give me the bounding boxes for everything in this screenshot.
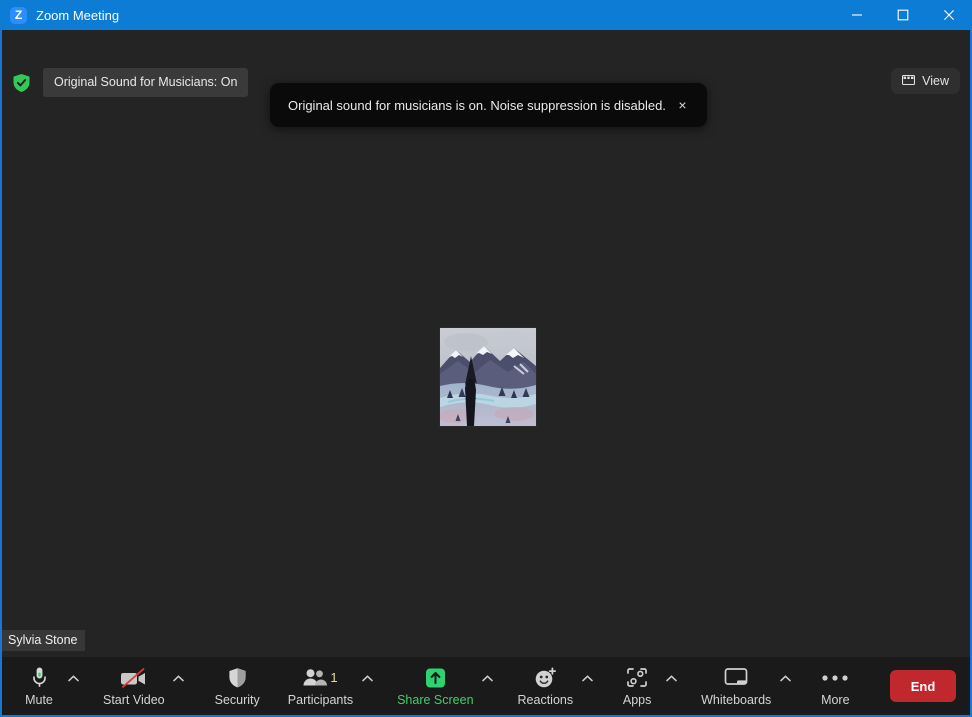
security-label: Security	[214, 693, 260, 707]
start-video-label: Start Video	[103, 693, 165, 707]
more-button[interactable]: More	[812, 660, 858, 712]
video-off-icon	[119, 665, 148, 690]
participant-name-label: Sylvia Stone	[2, 630, 86, 651]
shield-check-icon	[12, 73, 31, 93]
whiteboards-label: Whiteboards	[701, 693, 772, 707]
layout-grid-icon	[902, 74, 916, 89]
toast-message: Original sound for musicians is on. Nois…	[288, 97, 666, 113]
window-title: Zoom Meeting	[36, 7, 120, 23]
more-label: More	[821, 693, 850, 707]
notification-toast: Original sound for musicians is on. Nois…	[270, 83, 707, 127]
maximize-button[interactable]	[880, 0, 926, 30]
end-meeting-button[interactable]: End	[890, 670, 956, 702]
apps-label: Apps	[622, 693, 652, 707]
whiteboards-options-caret[interactable]	[774, 663, 796, 709]
mute-button[interactable]: Mute	[16, 660, 62, 712]
view-button[interactable]: View	[891, 68, 960, 94]
apps-options-caret[interactable]	[660, 663, 682, 709]
ellipsis-icon	[821, 665, 849, 690]
smiley-plus-icon	[534, 665, 557, 690]
apps-button[interactable]: Apps	[614, 660, 660, 712]
share-arrow-icon	[421, 665, 450, 690]
avatar	[439, 327, 537, 427]
window-controls	[834, 0, 972, 30]
apps-bracket-icon	[626, 665, 648, 690]
participants-button[interactable]: 1 Participants	[285, 660, 356, 712]
mute-options-caret[interactable]	[62, 663, 84, 709]
close-button[interactable]	[926, 0, 972, 30]
close-icon[interactable]: ×	[674, 94, 691, 116]
microphone-icon	[31, 665, 48, 690]
reactions-options-caret[interactable]	[576, 663, 598, 709]
reactions-label: Reactions	[517, 693, 574, 707]
video-options-caret[interactable]	[168, 663, 190, 709]
whiteboards-button[interactable]: Whiteboards	[698, 660, 774, 712]
participants-options-caret[interactable]	[356, 663, 378, 709]
shield-icon	[228, 665, 247, 690]
zoom-logo-icon: Z	[10, 6, 27, 24]
original-sound-indicator: Original Sound for Musicians: On	[12, 68, 249, 97]
people-icon: 1	[303, 665, 338, 690]
meeting-toolbar: Mute Start Video Security 1 Participants…	[2, 657, 970, 715]
mute-label: Mute	[25, 693, 53, 707]
mountain-landscape-avatar-image	[440, 328, 536, 426]
minimize-button[interactable]	[834, 0, 880, 30]
zoom-meeting-window: Z Zoom Meeting Original Sound for Musici…	[0, 0, 972, 717]
participants-count: 1	[330, 670, 338, 685]
whiteboard-monitor-icon	[724, 665, 749, 690]
participants-label: Participants	[287, 693, 354, 707]
share-screen-options-caret[interactable]	[477, 663, 499, 709]
original-sound-label: Original Sound for Musicians: On	[43, 68, 249, 97]
share-screen-button[interactable]: Share Screen	[394, 660, 476, 712]
zoom-logo-letter: Z	[14, 8, 23, 22]
titlebar: Z Zoom Meeting	[0, 0, 972, 30]
view-button-label: View	[922, 74, 949, 88]
start-video-button[interactable]: Start Video	[100, 660, 168, 712]
meeting-stage: Original Sound for Musicians: On View Or…	[2, 30, 970, 657]
reactions-button[interactable]: Reactions	[515, 660, 577, 712]
security-button[interactable]: Security	[212, 660, 263, 712]
share-screen-label: Share Screen	[397, 693, 474, 707]
